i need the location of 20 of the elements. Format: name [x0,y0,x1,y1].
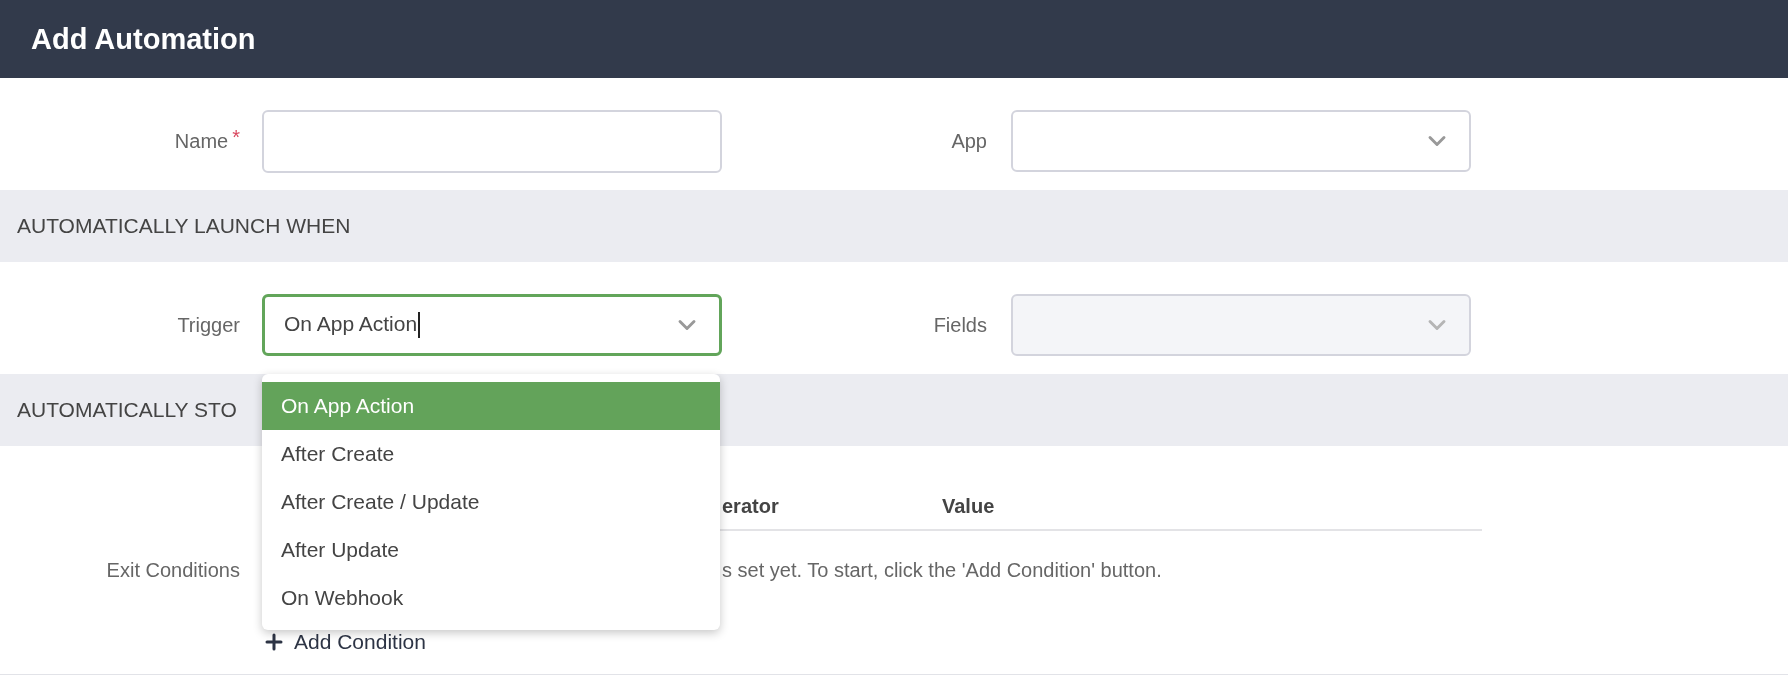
column-header: Value [942,494,995,518]
field-label: Name [174,129,229,153]
dropdown-option[interactable]: After Update [262,526,720,574]
input-field[interactable] [262,109,722,173]
dropdown-option[interactable]: On Webhook [262,574,720,622]
section-heading: AUTOMATICALLY STO [17,398,237,422]
field-label: App [951,129,987,153]
empty-message: s set yet. To start, click the 'Add Condition' button. [722,559,1162,582]
field-label: Trigger [177,313,240,337]
add-condition-button[interactable]: Add Condition [262,624,426,660]
select-field[interactable]: On App Action [262,294,722,356]
dropdown-option[interactable]: After Create / Update [262,478,720,526]
required-mark: * [232,125,240,149]
section-heading: AUTOMATICALLY LAUNCH WHEN [17,214,351,238]
column-header: erator [722,494,780,518]
page-title: Add Automation [31,22,256,56]
field-label: Fields [933,313,987,337]
field-label: Exit Conditions [105,559,240,582]
select-field[interactable] [1011,110,1471,172]
dropdown-option[interactable]: After Create [262,430,720,478]
